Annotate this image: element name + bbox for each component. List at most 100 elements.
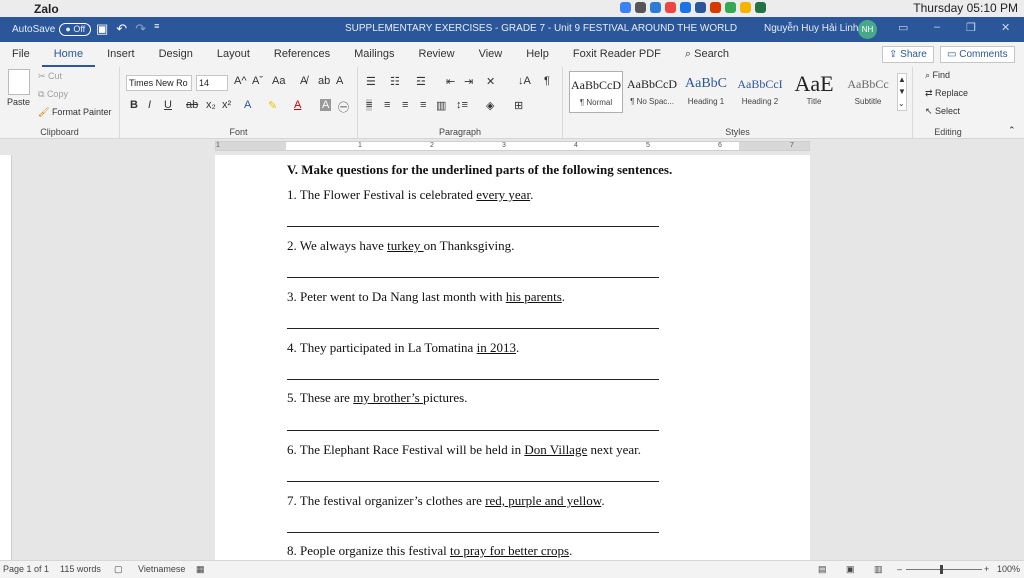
horizontal-ruler[interactable]: 1 1 2 3 4 5 6 7 [0,139,1024,154]
shading-icon[interactable]: ◈ [486,99,494,112]
underline-icon[interactable]: U [164,99,172,111]
paste-icon[interactable] [8,69,30,95]
change-case-icon[interactable]: Aa [272,75,285,87]
tab-layout[interactable]: Layout [205,42,262,67]
text-effects-icon[interactable]: A [244,99,251,111]
subscript-icon[interactable]: x₂ [206,99,216,111]
replace-button[interactable]: ⇄ Replace [925,88,968,99]
answer-line[interactable] [287,328,659,329]
search-box[interactable]: ⌕ Search [673,42,741,67]
tray-icon[interactable] [620,2,631,13]
style-subtitle[interactable]: AaBbCc Subtitle [841,71,895,113]
sort-icon[interactable]: ↓A [518,75,531,87]
font-size-select[interactable]: 14 [196,75,228,91]
styles-scroll-icon[interactable]: ▲ ▼ ⌄ [897,73,907,111]
tray-icon[interactable] [680,2,691,13]
tab-help[interactable]: Help [514,42,561,67]
strikethrough-icon[interactable]: ab [186,99,198,111]
tray-icon[interactable] [635,2,646,13]
tab-home[interactable]: Home [41,42,96,67]
style-heading-1[interactable]: AaBbC Heading 1 [679,71,733,113]
autosave-control[interactable]: AutoSave ● Off [12,23,92,36]
copy-button[interactable]: ⧉ Copy [38,89,68,100]
tab-mailings[interactable]: Mailings [342,42,406,67]
phonetic-guide-icon[interactable]: ab [318,75,330,87]
document-page[interactable]: V. Make questions for the underlined par… [215,155,810,560]
language-indicator[interactable]: Vietnamese [138,564,185,574]
clear-formatting-icon[interactable]: A̸ [300,75,307,87]
style-title[interactable]: AaE Title [787,71,841,113]
comments-button[interactable]: ▭ Comments [940,46,1015,63]
increase-indent-icon[interactable]: ⇥ [464,75,473,88]
tab-insert[interactable]: Insert [95,42,147,67]
customize-icon[interactable]: ≡ [154,21,159,37]
focus-mode-icon[interactable]: ▤ [818,564,827,575]
font-color-icon[interactable]: A [294,99,301,111]
save-icon[interactable]: ▣ [96,21,108,37]
select-button[interactable]: ↖ Select [925,106,960,117]
align-center-icon[interactable]: ≡ [384,99,390,111]
tab-review[interactable]: Review [407,42,467,67]
tab-design[interactable]: Design [147,42,205,67]
italic-icon[interactable]: I [148,99,151,111]
proofing-icon[interactable]: ▢ [114,564,123,575]
cut-button[interactable]: ✂ Cut [38,71,62,82]
tray-icon[interactable] [650,2,661,13]
grow-font-icon[interactable]: A^ [234,75,247,87]
answer-line[interactable] [287,226,659,227]
app-name[interactable]: Zalo [34,2,59,16]
pilcrow-icon[interactable]: ¶ [544,75,550,87]
style-normal[interactable]: AaBbCcD ¶ Normal [569,71,623,113]
tab-foxit[interactable]: Foxit Reader PDF [561,42,673,67]
tray-icon[interactable] [755,2,766,13]
zoom-slider-thumb[interactable] [940,565,943,574]
style-heading-2[interactable]: AaBbCcI Heading 2 [733,71,787,113]
enclose-characters-icon[interactable]: ㊀ [338,99,349,115]
answer-line[interactable] [287,481,659,482]
numbering-icon[interactable]: ☷ [390,75,400,88]
tray-icon[interactable] [665,2,676,13]
tray-icon[interactable] [695,2,706,13]
superscript-icon[interactable]: x² [222,99,231,111]
ruler-bar[interactable]: 1 1 2 3 4 5 6 7 [215,141,810,151]
word-count[interactable]: 115 words [60,564,101,574]
tray-icon[interactable] [740,2,751,13]
ribbon-display-icon[interactable]: ▭ [898,21,908,34]
macro-icon[interactable]: ▦ [196,564,205,575]
align-left-icon[interactable]: ≡ [366,99,373,111]
bullets-icon[interactable]: ☰ [366,75,376,88]
answer-line[interactable] [287,277,659,278]
style-no-spacing[interactable]: AaBbCcD ¶ No Spac... [625,71,679,113]
distributed-icon[interactable]: ▥ [436,99,446,112]
answer-line[interactable] [287,430,659,431]
share-button[interactable]: ⇪ Share [882,46,934,63]
text-direction-icon[interactable]: ✕ [486,75,495,88]
character-border-icon[interactable]: A [336,75,343,87]
tray-icon[interactable] [710,2,721,13]
user-name[interactable]: Nguyễn Huy Hải Linh [764,23,859,34]
autosave-toggle[interactable]: ● Off [59,23,92,36]
multilevel-list-icon[interactable]: ☲ [416,75,426,88]
close-icon[interactable]: ✕ [1001,21,1010,34]
web-layout-icon[interactable]: ▥ [874,564,883,575]
zoom-in-icon[interactable]: + [984,564,989,574]
zoom-out-icon[interactable]: – [897,564,902,574]
zoom-slider[interactable] [906,569,982,570]
tab-view[interactable]: View [467,42,515,67]
align-right-icon[interactable]: ≡ [402,99,408,111]
font-name-select[interactable]: Times New Ro [126,75,192,91]
borders-icon[interactable]: ⊞ [514,99,523,112]
tab-file[interactable]: File [0,42,42,67]
paste-button[interactable]: Paste [7,97,30,107]
vertical-ruler[interactable] [0,155,12,560]
avatar[interactable]: NH [858,20,877,39]
highlight-icon[interactable]: ✎ [268,99,277,112]
redo-icon[interactable]: ↷ [135,21,146,37]
zoom-level[interactable]: 100% [997,564,1020,574]
print-layout-icon[interactable]: ▣ [846,564,855,575]
minimize-icon[interactable]: – [934,21,940,33]
page-count[interactable]: Page 1 of 1 [3,564,49,574]
answer-line[interactable] [287,379,659,380]
tray-icon[interactable] [725,2,736,13]
decrease-indent-icon[interactable]: ⇤ [446,75,455,88]
